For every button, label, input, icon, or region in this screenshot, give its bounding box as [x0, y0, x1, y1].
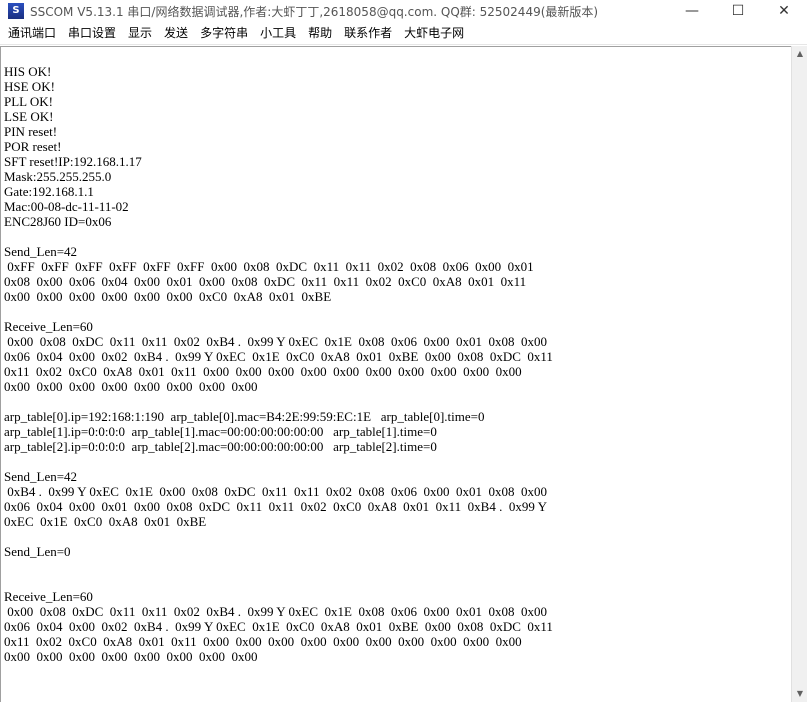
log-line: Send_Len=0: [4, 544, 71, 559]
scroll-down-button[interactable]: ▼: [792, 686, 807, 702]
log-line: 0xEC 0x1E 0xC0 0xA8 0x01 0xBE: [4, 514, 207, 529]
log-line: HIS OK!: [4, 64, 52, 79]
log-line: PIN reset!: [4, 124, 58, 139]
close-button[interactable]: ✕: [761, 0, 807, 22]
title-bar: S SSCOM V5.13.1 串口/网络数据调试器,作者:大虾丁丁,26180…: [0, 0, 807, 22]
menu-help[interactable]: 帮助: [302, 22, 338, 44]
log-line: ENC28J60 ID=0x06: [4, 214, 112, 229]
log-line: arp_table[2].ip=0:0:0:0 arp_table[2].mac…: [4, 439, 437, 454]
close-icon: ✕: [778, 3, 790, 19]
menu-contact-author[interactable]: 联系作者: [338, 22, 398, 44]
maximize-button[interactable]: ☐: [715, 0, 761, 22]
log-line: 0x00 0x08 0xDC 0x11 0x11 0x02 0xB4 . 0x9…: [4, 604, 547, 619]
menu-comm-port[interactable]: 通讯端口: [0, 22, 62, 44]
scroll-up-button[interactable]: ▲: [792, 46, 807, 62]
receive-text-area[interactable]: HIS OK! HSE OK! PLL OK! LSE OK! PIN reset! PO…: [0, 46, 791, 702]
log-line: arp_table[1].ip=0:0:0:0 arp_table[1].mac…: [4, 424, 437, 439]
log-line: Send_Len=42: [4, 244, 78, 259]
log-line: 0x11 0x02 0xC0 0xA8 0x01 0x11 0x00 0x00 …: [4, 364, 522, 379]
log-line: Mask:255.255.255.0: [4, 169, 112, 184]
log-line: POR reset!: [4, 139, 62, 154]
menu-multi-string[interactable]: 多字符串: [194, 22, 254, 44]
menu-tools[interactable]: 小工具: [254, 22, 302, 44]
app-icon[interactable]: S: [8, 3, 24, 19]
minimize-icon: —: [685, 3, 699, 19]
scroll-track[interactable]: [792, 62, 807, 686]
maximize-icon: ☐: [731, 3, 745, 19]
log-line: 0x00 0x00 0x00 0x00 0x00 0x00 0x00 0x00: [4, 649, 258, 664]
log-line: Mac:00-08-dc-11-11-02: [4, 199, 129, 214]
window-title: SSCOM V5.13.1 串口/网络数据调试器,作者:大虾丁丁,2618058…: [30, 4, 599, 19]
minimize-button[interactable]: —: [669, 0, 715, 22]
window-controls: — ☐ ✕: [669, 0, 807, 22]
log-line: arp_table[0].ip=192:168:1:190 arp_table[…: [4, 409, 485, 424]
menu-bar: 通讯端口 串口设置 显示 发送 多字符串 小工具 帮助 联系作者 大虾电子网: [0, 22, 807, 45]
log-line: 0x06 0x04 0x00 0x02 0xB4 . 0x99 Y 0xEC 0…: [4, 349, 553, 364]
log-line: 0x00 0x00 0x00 0x00 0x00 0x00 0xC0 0xA8 …: [4, 289, 332, 304]
receive-log: HIS OK! HSE OK! PLL OK! LSE OK! PIN reset! PO…: [1, 47, 791, 664]
chevron-down-icon: ▼: [796, 689, 804, 698]
log-line: 0x08 0x00 0x06 0x04 0x00 0x01 0x00 0x08 …: [4, 274, 527, 289]
log-line: Gate:192.168.1.1: [4, 184, 94, 199]
sscom-window: S SSCOM V5.13.1 串口/网络数据调试器,作者:大虾丁丁,26180…: [0, 0, 807, 702]
menu-send[interactable]: 发送: [158, 22, 194, 44]
menu-daxia-electronics[interactable]: 大虾电子网: [398, 22, 470, 44]
vertical-scrollbar[interactable]: ▲ ▼: [791, 46, 807, 702]
log-line: LSE OK!: [4, 109, 54, 124]
log-line: Receive_Len=60: [4, 319, 93, 334]
menu-display[interactable]: 显示: [122, 22, 158, 44]
log-line: 0xB4 . 0x99 Y 0xEC 0x1E 0x00 0x08 0xDC 0…: [4, 484, 547, 499]
log-line: Send_Len=42: [4, 469, 78, 484]
log-line: 0x06 0x04 0x00 0x02 0xB4 . 0x99 Y 0xEC 0…: [4, 619, 553, 634]
log-line: 0x11 0x02 0xC0 0xA8 0x01 0x11 0x00 0x00 …: [4, 634, 522, 649]
log-line: 0x06 0x04 0x00 0x01 0x00 0x08 0xDC 0x11 …: [4, 499, 547, 514]
log-line: PLL OK!: [4, 94, 53, 109]
chevron-up-icon: ▲: [796, 49, 804, 58]
log-line: HSE OK!: [4, 79, 55, 94]
log-line: SFT reset!IP:192.168.1.17: [4, 154, 142, 169]
log-line: 0x00 0x00 0x00 0x00 0x00 0x00 0x00 0x00: [4, 379, 258, 394]
log-line: 0x00 0x08 0xDC 0x11 0x11 0x02 0xB4 . 0x9…: [4, 334, 547, 349]
menu-serial-settings[interactable]: 串口设置: [62, 22, 122, 44]
log-line: 0xFF 0xFF 0xFF 0xFF 0xFF 0xFF 0x00 0x08 …: [4, 259, 534, 274]
log-line: Receive_Len=60: [4, 589, 93, 604]
